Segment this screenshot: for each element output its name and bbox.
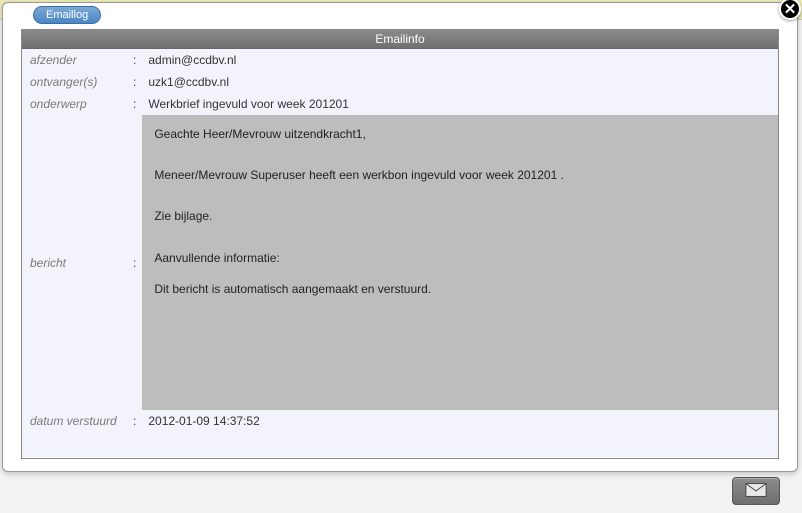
envelope-icon: [745, 482, 767, 501]
emailinfo-panel: Emailinfo afzender : admin@ccdbv.nl ontv…: [21, 29, 779, 459]
row-subject: onderwerp : Werkbrief ingevuld voor week…: [22, 93, 778, 115]
tab-emaillog[interactable]: Emaillog: [33, 6, 101, 24]
value-sent: 2012-01-09 14:37:52: [142, 410, 778, 432]
row-recipient: ontvanger(s) : uzk1@ccdbv.nl: [22, 71, 778, 93]
message-body: Geachte Heer/Mevrouw uitzendkracht1, Men…: [142, 115, 778, 410]
close-icon: ✕: [784, 2, 797, 17]
value-recipient: uzk1@ccdbv.nl: [142, 71, 778, 93]
label-sender: afzender: [22, 49, 127, 71]
value-message-cell: Geachte Heer/Mevrouw uitzendkracht1, Men…: [142, 115, 778, 410]
panel-body: afzender : admin@ccdbv.nl ontvanger(s) :…: [22, 49, 778, 457]
colon: :: [127, 49, 142, 71]
colon: :: [127, 410, 142, 432]
emaillog-modal: Emaillog ✕ Emailinfo afzender : admin@cc…: [2, 2, 798, 472]
tab-label: Emaillog: [46, 9, 88, 21]
close-button[interactable]: ✕: [779, 0, 801, 20]
panel-title: Emailinfo: [22, 30, 778, 49]
value-subject: Werkbrief ingevuld voor week 201201: [142, 93, 778, 115]
message-line1: Meneer/Mevrouw Superuser heeft een werkb…: [154, 166, 766, 185]
label-subject: onderwerp: [22, 93, 127, 115]
info-table: afzender : admin@ccdbv.nl ontvanger(s) :…: [22, 49, 778, 432]
row-sent: datum verstuurd : 2012-01-09 14:37:52: [22, 410, 778, 432]
label-message: bericht: [22, 115, 127, 410]
colon: :: [127, 71, 142, 93]
label-recipient: ontvanger(s): [22, 71, 127, 93]
colon: :: [127, 93, 142, 115]
message-line4: Dit bericht is automatisch aangemaakt en…: [154, 280, 766, 299]
mail-button[interactable]: [732, 477, 780, 505]
message-line3: Aanvullende informatie:: [154, 249, 766, 268]
row-sender: afzender : admin@ccdbv.nl: [22, 49, 778, 71]
row-message: bericht : Geachte Heer/Mevrouw uitzendkr…: [22, 115, 778, 410]
value-sender: admin@ccdbv.nl: [142, 49, 778, 71]
message-line2: Zie bijlage.: [154, 207, 766, 226]
message-greeting: Geachte Heer/Mevrouw uitzendkracht1,: [154, 125, 766, 144]
label-sent: datum verstuurd: [22, 410, 127, 432]
colon: :: [127, 115, 142, 410]
